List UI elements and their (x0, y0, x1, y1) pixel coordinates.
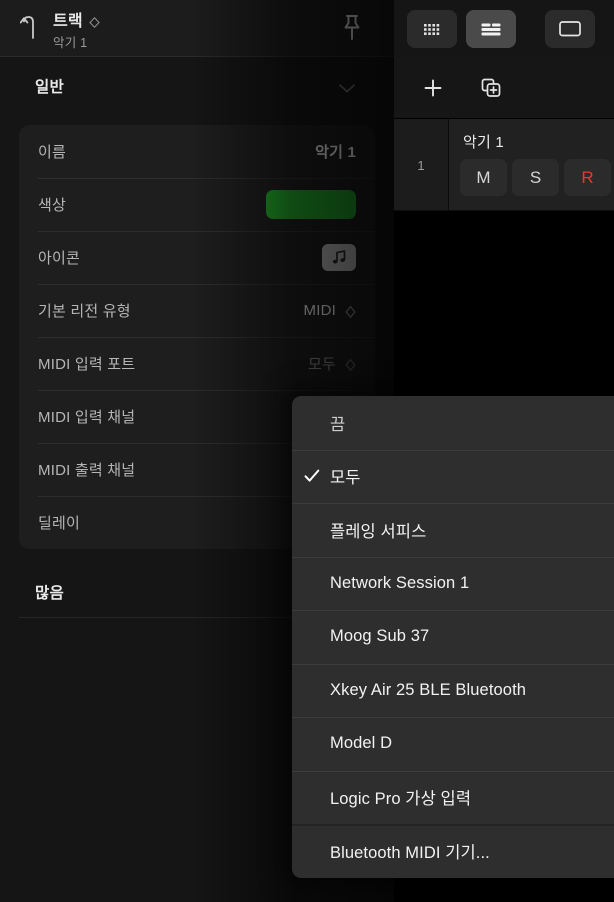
track-header-body: 악기 1 M S R (450, 119, 614, 211)
menu-item-off[interactable]: 끔 (292, 396, 614, 450)
section-title: 일반 (35, 79, 64, 96)
stepper-diamond-icon[interactable] (345, 305, 356, 318)
track-button-group: M S R (460, 159, 611, 196)
checkmark-icon (303, 467, 321, 485)
track-number-column: 1 (394, 119, 449, 211)
menu-item-label: Logic Pro 가상 입력 (330, 790, 472, 809)
add-track-button[interactable] (419, 74, 447, 102)
plus-icon (424, 79, 442, 96)
window-view-button[interactable] (545, 9, 595, 48)
track-row[interactable]: 1 악기 1 M S R (394, 119, 614, 211)
duplicate-plus-icon (481, 78, 501, 97)
row-label: 기본 리전 유형 (38, 303, 131, 320)
row-default-region-type[interactable]: 기본 리전 유형 MIDI (19, 284, 375, 337)
mute-button[interactable]: M (460, 159, 507, 196)
menu-item-moog-sub-37[interactable]: Moog Sub 37 (292, 610, 614, 664)
inspector-subtitle: 악기 1 (53, 36, 88, 50)
stepper-diamond-icon[interactable] (345, 358, 356, 371)
row-color[interactable]: 색상 (19, 178, 375, 231)
view-toolbar (394, 0, 614, 57)
menu-item-label: 모두 (330, 469, 361, 488)
list-view-button[interactable] (466, 9, 516, 48)
music-note-icon (332, 250, 345, 264)
track-name[interactable]: 악기 1 (463, 131, 504, 152)
menu-item-label: Xkey Air 25 BLE Bluetooth (330, 680, 527, 699)
track-number: 1 (417, 157, 425, 173)
menu-item-all[interactable]: 모두 (292, 449, 614, 504)
track-actions-toolbar (394, 57, 614, 119)
color-swatch[interactable] (266, 190, 356, 219)
icon-swatch-button[interactable] (322, 244, 356, 271)
default-region-type-value: MIDI (303, 302, 336, 319)
row-label: 색상 (38, 197, 67, 214)
menu-item-label: 플레잉 서피스 (330, 522, 427, 541)
page-title: 트랙 (53, 13, 83, 30)
row-label: 아이콘 (38, 250, 81, 267)
menu-item-bluetooth-midi-devices[interactable]: Bluetooth MIDI 기기... (292, 824, 614, 878)
menu-item-label: Bluetooth MIDI 기기... (330, 843, 490, 862)
menu-item-playing-surface[interactable]: 플레잉 서피스 (292, 503, 614, 557)
grid-view-button[interactable] (407, 9, 457, 48)
row-label: 이름 (38, 144, 67, 161)
arrow-up-left-icon[interactable] (19, 13, 46, 41)
midi-input-port-menu: 끔 모두 플레잉 서피스 Network Session 1 Moog Sub … (292, 396, 614, 878)
menu-item-label: 끔 (330, 415, 346, 434)
menu-item-network-session-1[interactable]: Network Session 1 (292, 556, 614, 611)
menu-item-label: Moog Sub 37 (330, 627, 430, 646)
midi-input-port-value: 모두 (307, 356, 336, 373)
list-icon (481, 23, 501, 35)
menu-item-label: Network Session 1 (330, 573, 470, 592)
solo-button[interactable]: S (512, 159, 559, 196)
section-header-general[interactable]: 일반 (0, 57, 394, 115)
duplicate-track-button[interactable] (477, 74, 505, 102)
row-icon[interactable]: 아이콘 (19, 231, 375, 284)
menu-item-logic-pro-virtual-in[interactable]: Logic Pro 가상 입력 (292, 770, 614, 825)
app-root: 트랙 악기 1 일반 이름 악기 1 색상 아이콘 기본 리전 유형 MIDI … (0, 0, 614, 902)
row-midi-input-port[interactable]: MIDI 입력 포트 모두 (19, 337, 375, 390)
inspector-header: 트랙 악기 1 (0, 0, 394, 57)
row-label: MIDI 입력 포트 (38, 356, 136, 373)
record-enable-button[interactable]: R (564, 159, 611, 196)
row-name[interactable]: 이름 악기 1 (19, 125, 375, 178)
grid-icon (424, 23, 440, 35)
menu-item-label: Model D (330, 734, 393, 753)
menu-item-model-d[interactable]: Model D (292, 717, 614, 771)
section-title: 많음 (35, 585, 64, 602)
menu-item-xkey-air-25[interactable]: Xkey Air 25 BLE Bluetooth (292, 663, 614, 718)
pin-icon[interactable] (337, 12, 367, 44)
rectangle-icon (559, 21, 581, 37)
name-value[interactable]: 악기 1 (315, 141, 356, 162)
inspector-title-group: 트랙 악기 1 (53, 7, 100, 51)
stepper-diamond-icon[interactable] (89, 15, 100, 28)
chevron-down-icon[interactable] (338, 81, 356, 92)
row-label: 딜레이 (38, 515, 81, 532)
